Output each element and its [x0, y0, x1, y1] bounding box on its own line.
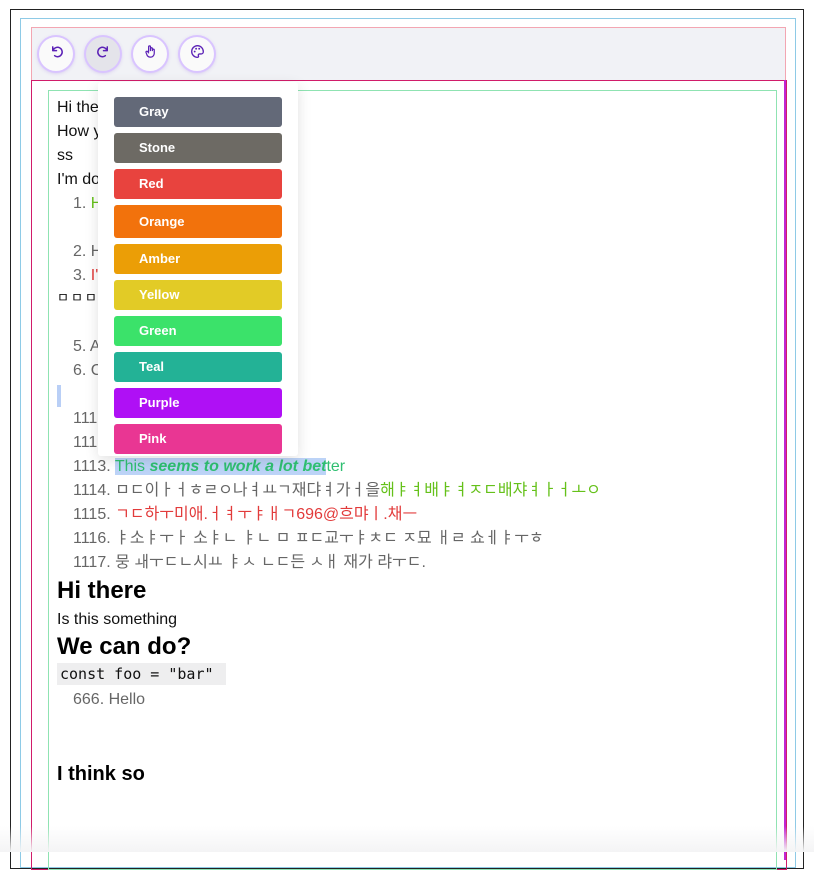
paragraph: ㅁㅁㅁ [57, 290, 99, 305]
list-item: 3. I' [73, 264, 98, 288]
color-option-stone[interactable]: Stone [114, 133, 282, 163]
color-option-red[interactable]: Red [114, 169, 282, 199]
color-option-teal[interactable]: Teal [114, 352, 282, 382]
hand-button[interactable] [133, 37, 167, 71]
selection-caret [57, 385, 61, 407]
hand-icon [143, 44, 158, 64]
heading: Hi there [57, 577, 147, 604]
list-item: 1114. ㅁㄷ이ㅏㅓㅎㄹㅇ나ㅕㅛㄱ재댜ㅕ가ㅓ을해ㅑㅕ배ㅑㅕㅈㄷ배쟈ㅕㅏㅓㅗㅇ [73, 479, 601, 503]
paragraph: I'm do [57, 171, 101, 188]
list-text: 뭉 ㅙㅜㄷㄴ시ㅛ ㅑㅅ ㄴㄷ든 ㅅㅐ 재가 랴ㅜㄷ. [115, 554, 426, 571]
color-option-yellow[interactable]: Yellow [114, 280, 282, 310]
list-text: Hello [108, 691, 146, 708]
list-item: 1113. This seems to work a lot better [73, 455, 345, 479]
frame-accent-line [784, 80, 786, 860]
color-option-gray[interactable]: Gray [114, 97, 282, 127]
color-option-purple[interactable]: Purple [114, 388, 282, 418]
list-number: 1117. [73, 554, 111, 571]
paragraph: ss [57, 147, 73, 164]
list-number: 1114. [73, 482, 111, 499]
list-item: 1116. ㅑ소ㅑㅜㅏ 소ㅑㄴ ㅑㄴ ㅁ ㅍㄷ교ㅜㅑㅊㄷ ㅈ묘 ㅐㄹ 쇼ㅔㅑㅜㅎ [73, 527, 544, 551]
list-item: 1115. ㄱㄷ하ㅜ미애.ㅓㅕㅜㅑㅐㄱ696@흐먀ㅣ.채ㅡ [73, 503, 417, 527]
editor-toolbar [31, 27, 786, 80]
list-text: ㅑ소ㅑㅜㅏ 소ㅑㄴ ㅑㄴ ㅁ ㅍㄷ교ㅜㅑㅊㄷ ㅈ묘 ㅐㄹ 쇼ㅔㅑㅜㅎ [115, 530, 544, 547]
list-number: 1115. [73, 506, 111, 523]
list-number: 1113. [73, 458, 111, 475]
redo-button[interactable] [86, 37, 120, 71]
paragraph: Is this something [57, 611, 178, 628]
color-option-pink[interactable]: Pink [114, 424, 282, 454]
redo-icon [96, 44, 111, 64]
palette-icon [190, 44, 205, 64]
color-menu: Gray Stone Red Orange Amber Yellow Green… [98, 82, 298, 456]
list-number: 3. [73, 267, 87, 284]
list-item: 111 [73, 410, 98, 427]
list-item: 1117. 뭉 ㅙㅜㄷㄴ시ㅛ ㅑㅅ ㄴㄷ든 ㅅㅐ 재가 랴ㅜㄷ. [73, 551, 426, 575]
color-option-green[interactable]: Green [114, 316, 282, 346]
heading: We can do? [57, 633, 192, 660]
color-option-orange[interactable]: Orange [114, 205, 282, 238]
list-number: 1. [73, 195, 87, 212]
code-text: const foo = "bar" [57, 663, 226, 685]
paragraph: How y [57, 123, 102, 140]
list-number: 5. [73, 338, 87, 355]
color-option-amber[interactable]: Amber [114, 244, 282, 274]
list-item: 111 [73, 434, 98, 451]
bottom-fade [0, 826, 814, 852]
paragraph: Hi the [57, 99, 99, 116]
code-block: const foo = "bar" [57, 662, 226, 687]
list-number: 1116. [73, 530, 111, 547]
list-number: 666. [73, 691, 105, 708]
list-item: 5. A [73, 335, 101, 359]
highlighted-text: This seems to work a lot bet [114, 458, 327, 475]
palette-button[interactable] [180, 37, 214, 71]
list-number: 2. [73, 243, 87, 260]
undo-icon [49, 44, 64, 64]
list-item: 666. Hello [73, 688, 145, 712]
list-text: ㄱㄷ하ㅜ미애.ㅓㅕㅜㅑㅐㄱ696@흐먀ㅣ.채ㅡ [115, 506, 418, 523]
undo-button[interactable] [39, 37, 73, 71]
list-text-colored: 해ㅑㅕ배ㅑㅕㅈㄷ배쟈ㅕㅏㅓㅗㅇ [380, 482, 601, 499]
list-text: ter [326, 458, 346, 475]
heading: I think so [57, 763, 145, 785]
list-number: 6. [73, 362, 87, 379]
list-text: ㅁㄷ이ㅏㅓㅎㄹㅇ나ㅕㅛㄱ재댜ㅕ가ㅓ을 [115, 482, 381, 499]
